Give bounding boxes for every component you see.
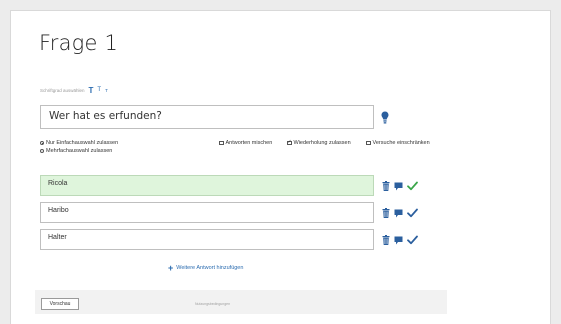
footer-bar: Vorschau Nutzungsbedingungen [35,290,447,314]
feedback-comment-icon[interactable] [394,182,403,191]
allow-repeat-label: Wiederholung zulassen [293,140,351,146]
limit-attempts-option[interactable]: Versuche einschränken [366,140,430,146]
single-choice-option[interactable]: Nur Einfachauswahl zulassen [40,139,118,147]
font-size-large-button[interactable]: T [89,86,94,95]
trash-icon[interactable] [382,208,390,218]
page-title: Frage 1 [39,31,119,55]
font-size-small-button[interactable]: T [105,88,108,93]
trash-icon[interactable] [382,235,390,245]
editor-page [10,10,551,324]
shuffle-answers-label: Antworten mischen [225,140,273,146]
multiple-choice-label: Mehrfachauswahl zulassen [46,148,113,154]
font-size-label: Schriftgrad auswählen [40,87,85,93]
terms-link[interactable]: Nutzungsbedingungen [195,302,230,306]
plus-icon: + [168,263,174,273]
font-size-medium-button[interactable]: T [97,87,101,93]
single-choice-label: Nur Einfachauswahl zulassen [46,140,119,146]
mark-correct-check-icon[interactable] [407,235,418,245]
feedback-comment-icon[interactable] [394,236,403,245]
answer-mode-group: Nur Einfachauswahl zulassen Mehrfachausw… [40,139,118,155]
question-input[interactable]: Wer hat es erfunden? [40,105,374,129]
answer-input[interactable]: Ricola [40,175,374,196]
multiple-choice-radio[interactable] [40,149,44,153]
preview-button[interactable]: Vorschau [41,298,79,310]
answer-actions [382,234,418,246]
shuffle-answers-checkbox[interactable] [219,140,224,146]
limit-attempts-label: Versuche einschränken [372,140,430,146]
font-size-selector: Schriftgrad auswählen T T T [40,85,108,95]
multiple-choice-option[interactable]: Mehrfachauswahl zulassen [40,147,118,155]
add-answer-link[interactable]: + Weitere Antwort hinzufügen [168,263,244,273]
answer-actions [382,180,418,192]
allow-repeat-checkbox[interactable] [287,139,292,146]
single-choice-radio[interactable] [40,141,44,145]
add-answer-label: Weitere Antwort hinzufügen [176,265,244,271]
answer-actions [382,207,418,219]
trash-icon[interactable] [382,181,390,191]
correct-answer-check-icon[interactable] [407,181,418,191]
allow-repeat-option[interactable]: Wiederholung zulassen [287,139,351,146]
lightbulb-hint-icon[interactable] [381,111,389,125]
feedback-comment-icon[interactable] [394,209,403,218]
mark-correct-check-icon[interactable] [407,208,418,218]
answer-input[interactable]: Halter [40,229,374,250]
limit-attempts-checkbox[interactable] [366,140,371,146]
answer-input[interactable]: Haribo [40,202,374,223]
shuffle-answers-option[interactable]: Antworten mischen [219,140,272,146]
